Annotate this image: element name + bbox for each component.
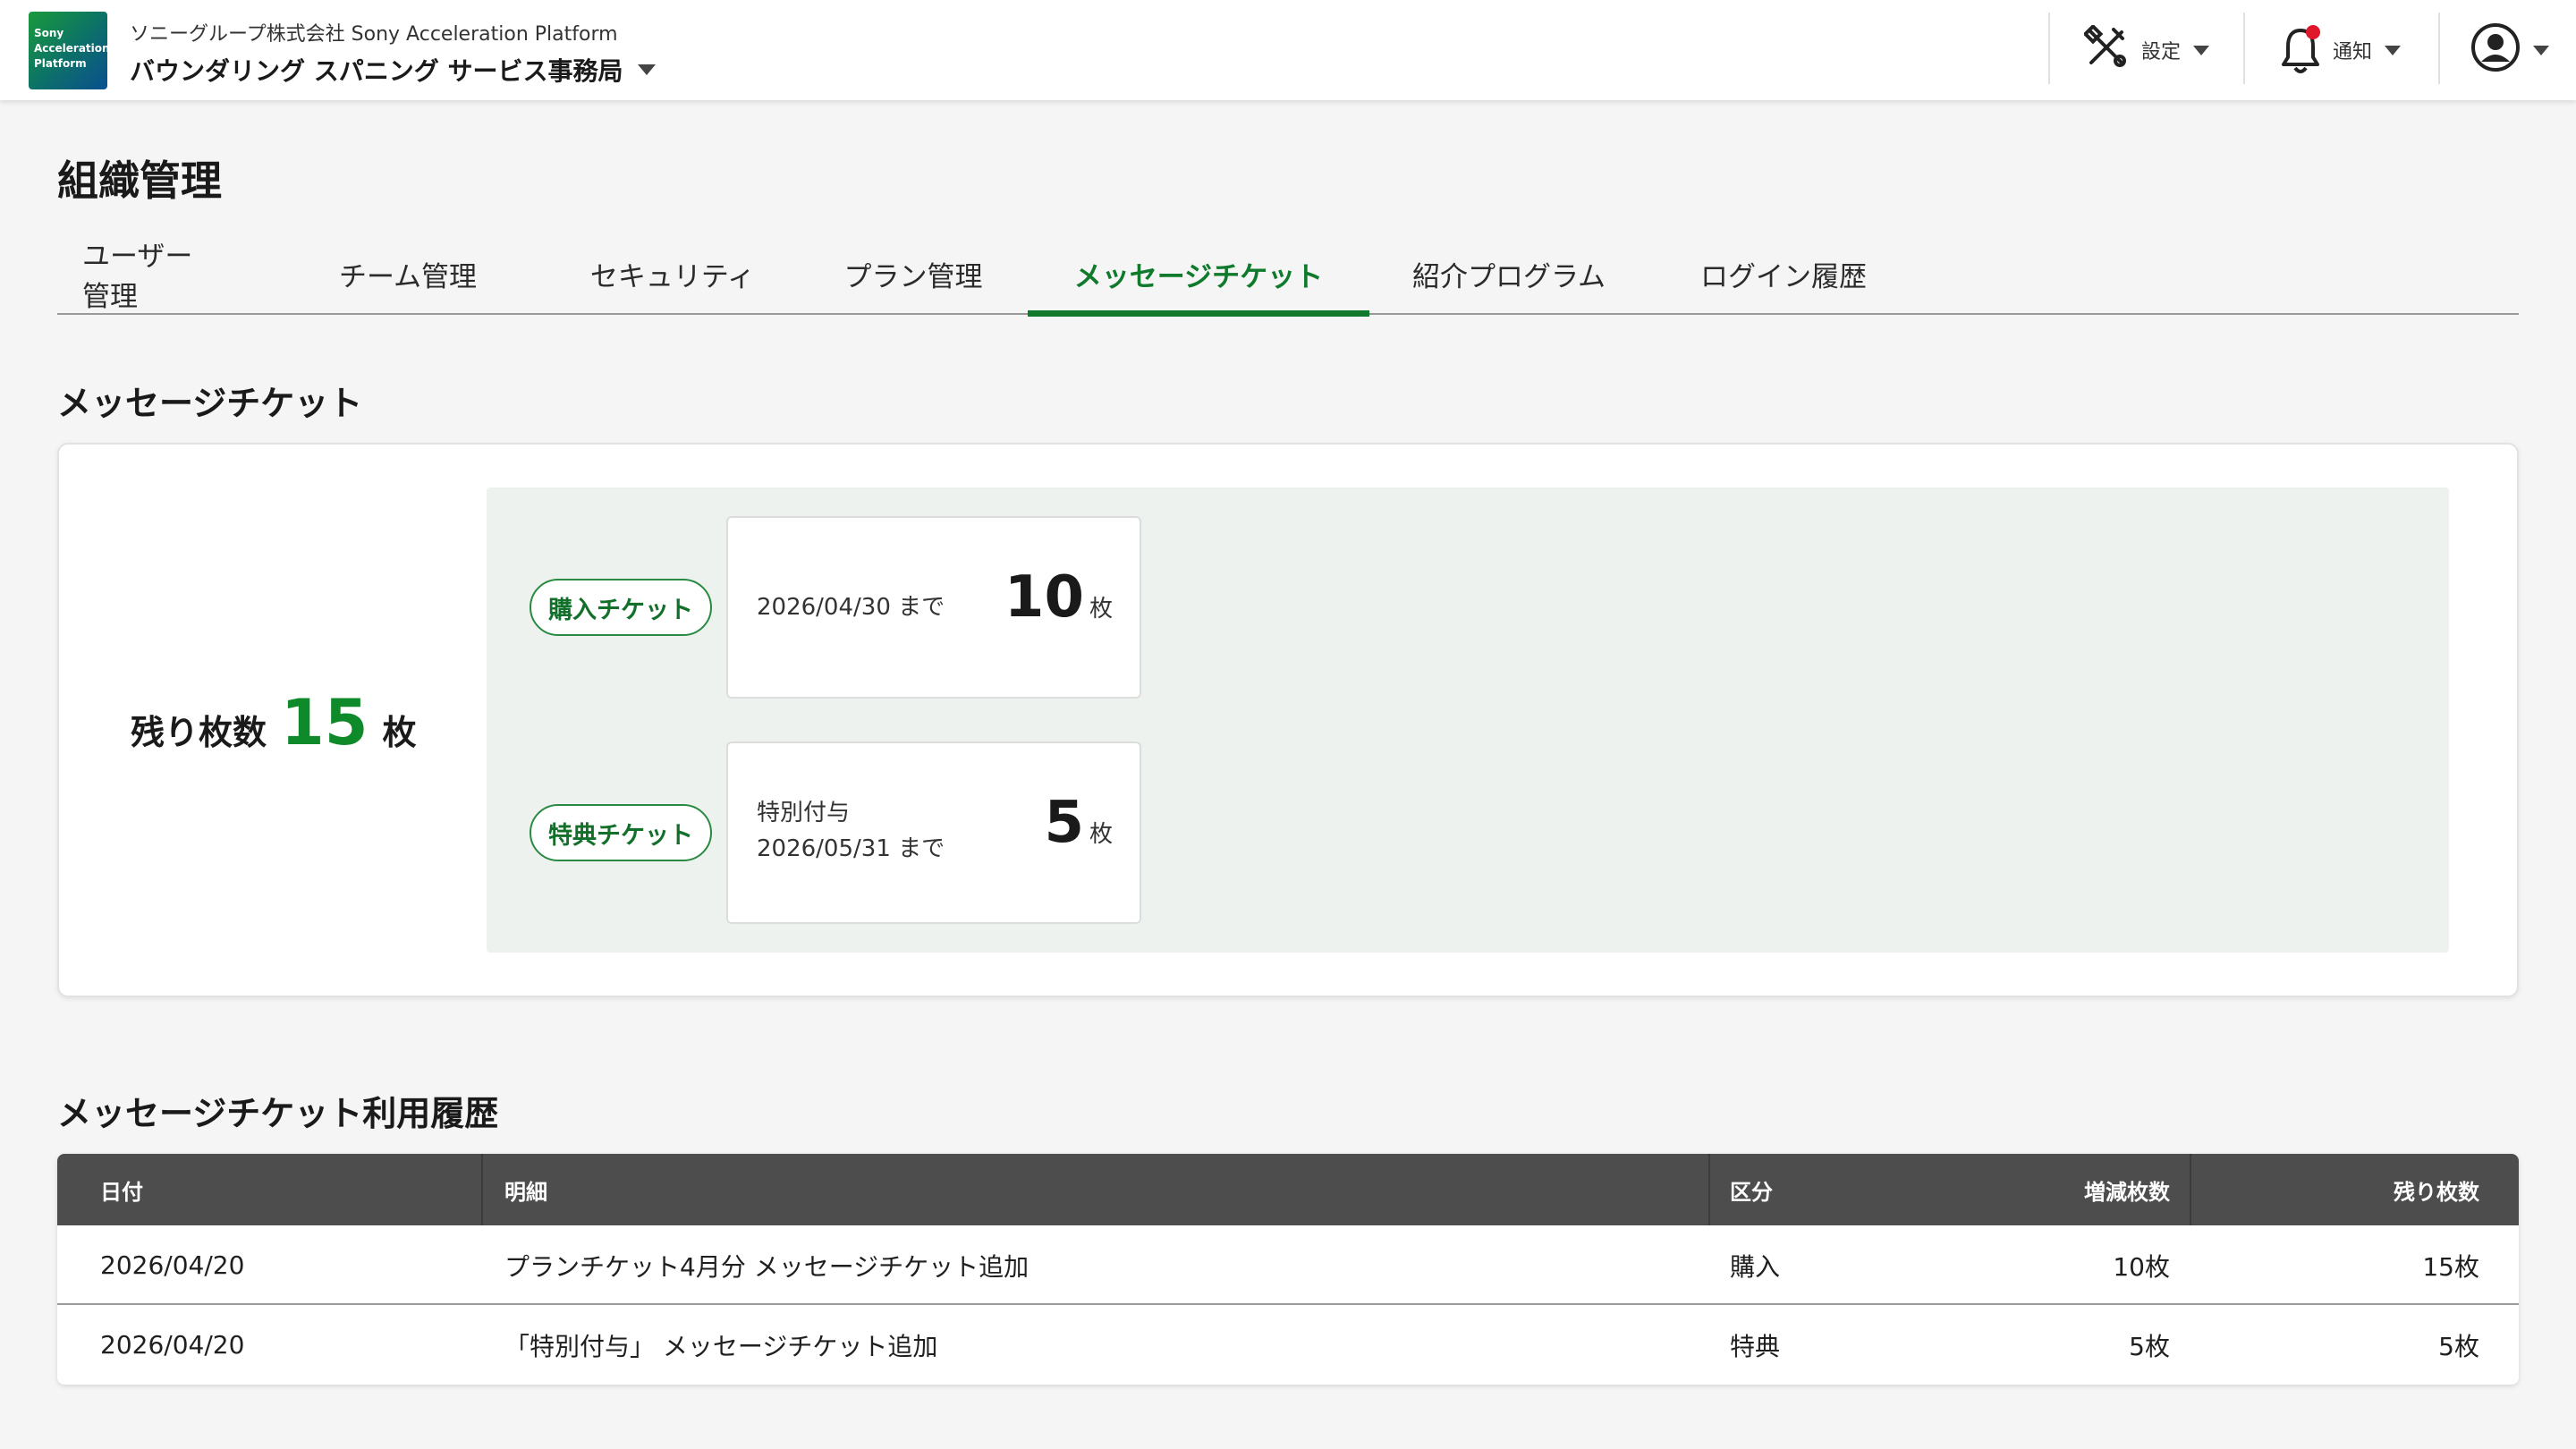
message-ticket-section-title: メッセージチケット — [57, 384, 363, 423]
org-tabs: ユーザー管理 チーム管理 セキュリティ プラン管理 メッセージチケット 紹介プロ… — [57, 233, 2519, 317]
purchase-count-unit: 枚 — [1089, 596, 1113, 623]
bonus-count-unit: 枚 — [1089, 821, 1113, 848]
bonus-count-value: 5 — [1044, 790, 1084, 856]
bonus-ticket-reason: 特別付与 — [757, 800, 851, 826]
tab-label: プラン管理 — [843, 260, 983, 293]
table-row: 2026/04/20 プランチケット4月分 メッセージチケット追加 購入 10枚… — [57, 1225, 2519, 1305]
cell-category: 購入 — [1730, 1251, 1781, 1282]
account-menu[interactable] — [2470, 21, 2549, 79]
column-header-change: 増減枚数 — [2084, 1179, 2170, 1205]
cell-change: 10枚 — [2113, 1251, 2170, 1282]
settings-label: 設定 — [2141, 41, 2182, 64]
bonus-ticket-box: 特別付与 2026/05/31 まで 5 枚 — [726, 741, 1141, 924]
ticket-breakdown-panel: 購入チケット 2026/04/30 まで 10 枚 特典チケット 特別付与 20… — [487, 487, 2449, 953]
tools-icon — [2082, 23, 2129, 75]
tab-label: ログイン履歴 — [1700, 260, 1867, 293]
purchase-ticket-box: 2026/04/30 まで 10 枚 — [726, 516, 1141, 699]
tab-login-history[interactable]: ログイン履歴 — [1694, 233, 1873, 315]
column-header-category: 区分 — [1730, 1179, 1773, 1205]
header-divider — [2243, 13, 2245, 84]
tab-plan-management[interactable]: プラン管理 — [837, 233, 989, 315]
tab-label: メッセージチケット — [1073, 260, 1324, 293]
purchase-ticket-badge: 購入チケット — [530, 579, 712, 636]
cell-category: 特典 — [1730, 1331, 1781, 1361]
bonus-ticket-count: 5 枚 — [1044, 790, 1113, 856]
tab-message-ticket[interactable]: メッセージチケット — [1028, 233, 1369, 317]
tab-label: セキュリティ — [589, 260, 756, 293]
chevron-down-icon — [637, 64, 656, 75]
purchase-ticket-count: 10 枚 — [1004, 564, 1113, 631]
cell-date: 2026/04/20 — [100, 1330, 245, 1360]
bonus-ticket-badge: 特典チケット — [530, 804, 712, 861]
cell-date: 2026/04/20 — [100, 1250, 245, 1280]
cell-remaining: 5枚 — [2438, 1331, 2479, 1361]
history-section-title: メッセージチケット利用履歴 — [57, 1094, 499, 1133]
unread-indicator-dot — [2306, 25, 2320, 39]
organization-name: バウンダリング スパニング サービス事務局 — [130, 56, 623, 86]
organization-switcher[interactable]: バウンダリング スパニング サービス事務局 — [130, 52, 656, 88]
column-divider — [481, 1154, 483, 1225]
notify-label: 通知 — [2333, 41, 2373, 64]
logo-line-3: Platform — [34, 57, 87, 70]
remaining-count: 15 — [281, 686, 369, 759]
header-divider — [2048, 13, 2050, 84]
ticket-history-table: 日付 明細 区分 増減枚数 残り枚数 2026/04/20 プランチケット4月分… — [57, 1154, 2519, 1385]
tab-security[interactable]: セキュリティ — [583, 233, 762, 315]
bonus-ticket-expiry: 2026/05/31 まで — [757, 835, 945, 862]
table-row: 2026/04/20 「特別付与」 メッセージチケット追加 特典 5枚 5枚 — [57, 1305, 2519, 1385]
logo-line-2: Acceleration — [34, 42, 110, 55]
tab-referral-program[interactable]: 紹介プログラム — [1406, 233, 1612, 315]
tab-label: ユーザー管理 — [82, 241, 193, 313]
cell-change: 5枚 — [2129, 1331, 2170, 1361]
logo-line-1: Sony — [34, 27, 64, 39]
settings-menu[interactable]: 設定 — [2082, 21, 2210, 79]
remaining-label: 残り枚数 — [131, 713, 267, 752]
column-divider — [2190, 1154, 2191, 1225]
purchase-count-value: 10 — [1004, 564, 1084, 631]
notification-menu[interactable]: 通知 — [2281, 21, 2402, 79]
chevron-down-icon — [2385, 45, 2402, 55]
column-header-remaining: 残り枚数 — [2394, 1179, 2479, 1205]
cell-detail: プランチケット4月分 メッセージチケット追加 — [504, 1251, 1030, 1282]
table-header: 日付 明細 区分 増減枚数 残り枚数 — [57, 1154, 2519, 1225]
cell-remaining: 15枚 — [2422, 1251, 2479, 1282]
user-avatar-icon — [2470, 22, 2521, 78]
app-header: Sony Acceleration Platform ソニーグループ株式会社 S… — [0, 0, 2576, 100]
column-header-detail: 明細 — [504, 1179, 547, 1205]
tab-team-management[interactable]: チーム管理 — [336, 233, 479, 315]
chevron-down-icon — [2193, 45, 2210, 55]
purchase-ticket-expiry: 2026/04/30 まで — [757, 594, 945, 621]
page-title: 組織管理 — [57, 157, 222, 205]
column-divider — [1708, 1154, 1710, 1225]
ticket-summary-card: 残り枚数 15 枚 購入チケット 2026/04/30 まで 10 枚 特典チケ… — [57, 443, 2519, 997]
tab-user-management[interactable]: ユーザー管理 — [82, 233, 216, 315]
cell-detail: 「特別付与」 メッセージチケット追加 — [504, 1331, 938, 1361]
remaining-tickets: 残り枚数 15 枚 — [131, 686, 416, 759]
tab-label: 紹介プログラム — [1411, 260, 1606, 293]
tab-label: チーム管理 — [338, 260, 478, 293]
remaining-unit: 枚 — [382, 713, 417, 752]
chevron-down-icon — [2533, 45, 2549, 55]
header-divider — [2438, 13, 2440, 84]
column-header-date: 日付 — [100, 1179, 143, 1205]
company-name: ソニーグループ株式会社 Sony Acceleration Platform — [130, 23, 618, 46]
bell-icon — [2281, 25, 2320, 75]
sony-acceleration-platform-logo[interactable]: Sony Acceleration Platform — [29, 12, 110, 89]
